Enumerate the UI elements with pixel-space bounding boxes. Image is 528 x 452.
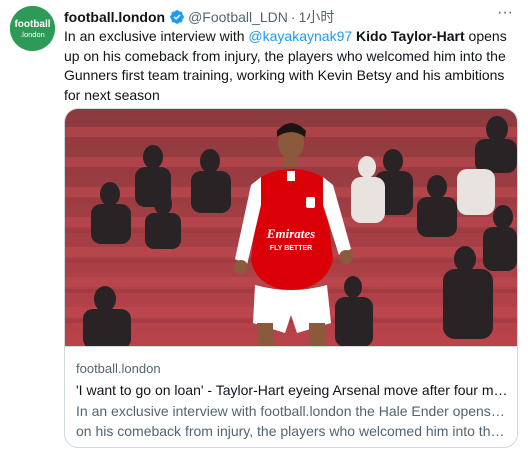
user-handle[interactable]: @Football_LDN: [188, 7, 288, 27]
separator-dot: ·: [290, 9, 296, 25]
card-description-line-1: In an exclusive interview with football.…: [76, 403, 508, 419]
avatar-logo-bottom: .london: [20, 30, 45, 39]
shirt-sponsor-text: Emirates: [266, 226, 315, 241]
card-description: In an exclusive interview with football.…: [76, 402, 508, 441]
card-domain: football.london: [76, 361, 161, 376]
avatar[interactable]: football .london: [10, 6, 55, 51]
player-name: Kido Taylor-Hart: [356, 28, 465, 44]
card-image[interactable]: Emirates FLY BETTER: [65, 109, 517, 346]
shirt-sponsor-tagline: FLY BETTER: [270, 245, 312, 252]
card-info[interactable]: football.london 'I want to go on loan' -…: [65, 346, 517, 439]
card-title[interactable]: 'I want to go on loan' - Taylor-Hart eye…: [76, 382, 508, 398]
more-options-icon[interactable]: ···: [496, 5, 514, 24]
link-preview-card[interactable]: Emirates FLY BETTER football.london 'I w…: [64, 108, 518, 448]
verified-badge-icon: [169, 9, 185, 25]
display-name[interactable]: football.london: [64, 7, 165, 27]
timestamp[interactable]: 1小时: [299, 7, 335, 27]
mention-link[interactable]: @kayakaynak97: [248, 28, 352, 44]
card-description-line-2: on his comeback from injury, the players…: [76, 422, 508, 439]
tweet-header: football.london @Football_LDN · 1小时: [64, 7, 508, 27]
avatar-logo-top: football: [14, 19, 50, 30]
tweet-text: In an exclusive interview with @kayakayn…: [64, 27, 518, 105]
tweet-text-intro: In an exclusive interview with: [64, 28, 249, 44]
